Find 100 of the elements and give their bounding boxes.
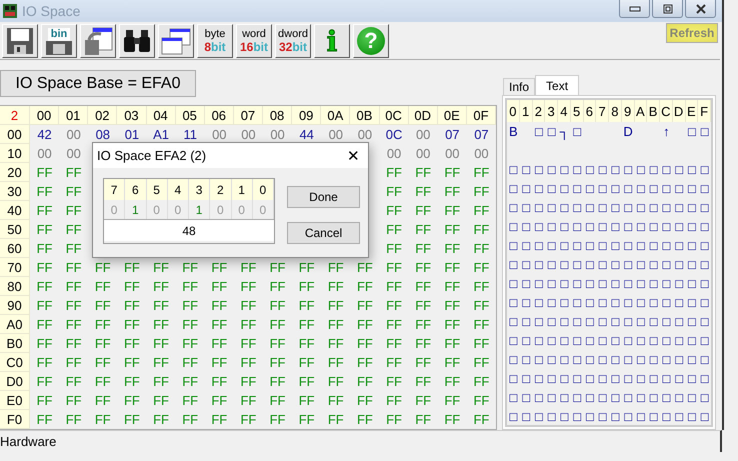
table-cell[interactable]: FF xyxy=(438,277,467,296)
table-cell[interactable]: FF xyxy=(408,182,438,201)
table-cell[interactable]: FF xyxy=(59,353,88,372)
table-cell[interactable]: FF xyxy=(234,258,263,277)
table-cell[interactable]: FF xyxy=(263,334,292,353)
table-cell[interactable]: FF xyxy=(234,334,263,353)
table-cell[interactable]: 11 xyxy=(176,125,205,144)
table-cell[interactable]: FF xyxy=(466,334,496,353)
table-cell[interactable]: FF xyxy=(408,239,438,258)
table-cell[interactable]: FF xyxy=(59,391,88,410)
table-cell[interactable]: FF xyxy=(204,372,234,391)
close-button[interactable]: ✕ xyxy=(339,146,368,164)
table-cell[interactable]: FF xyxy=(176,296,205,315)
table-cell[interactable]: FF xyxy=(234,353,263,372)
table-cell[interactable]: FF xyxy=(146,353,176,372)
table-cell[interactable]: FF xyxy=(176,391,205,410)
table-cell[interactable]: FF xyxy=(234,410,263,429)
close-button[interactable] xyxy=(685,0,716,18)
table-cell[interactable]: FF xyxy=(30,315,60,334)
table-cell[interactable]: FF xyxy=(321,410,350,429)
table-cell[interactable]: FF xyxy=(234,391,263,410)
table-cell[interactable]: FF xyxy=(321,296,350,315)
table-cell[interactable]: FF xyxy=(466,372,496,391)
data-size-button[interactable]: dword 32bit xyxy=(275,24,311,58)
table-cell[interactable]: FF xyxy=(408,391,438,410)
table-cell[interactable]: FF xyxy=(88,410,118,429)
table-cell[interactable]: FF xyxy=(176,277,205,296)
tab[interactable]: Text xyxy=(535,75,580,95)
table-cell[interactable]: FF xyxy=(117,410,146,429)
table-cell[interactable]: FF xyxy=(438,391,467,410)
table-cell[interactable]: FF xyxy=(88,258,118,277)
table-cell[interactable]: FF xyxy=(117,353,146,372)
table-cell[interactable]: FF xyxy=(30,239,60,258)
table-cell[interactable]: 00 xyxy=(350,125,380,144)
table-cell[interactable]: FF xyxy=(380,163,409,182)
data-size-button[interactable]: byte 8bit xyxy=(197,24,233,58)
table-cell[interactable]: FF xyxy=(408,258,438,277)
table-cell[interactable]: FF xyxy=(30,372,60,391)
table-cell[interactable]: FF xyxy=(204,391,234,410)
table-cell[interactable]: FF xyxy=(438,258,467,277)
table-cell[interactable]: FF xyxy=(30,353,60,372)
table-cell[interactable]: FF xyxy=(380,239,409,258)
table-cell[interactable]: 00 xyxy=(234,125,263,144)
table-cell[interactable]: FF xyxy=(292,277,322,296)
table-cell[interactable]: 00 xyxy=(408,125,438,144)
table-cell[interactable]: FF xyxy=(88,277,118,296)
table-cell[interactable]: FF xyxy=(292,296,322,315)
table-cell[interactable]: FF xyxy=(438,410,467,429)
table-cell[interactable]: FF xyxy=(59,315,88,334)
table-cell[interactable]: FF xyxy=(88,372,118,391)
table-cell[interactable]: FF xyxy=(292,410,322,429)
table-cell[interactable]: FF xyxy=(204,296,234,315)
table-cell[interactable]: FF xyxy=(117,315,146,334)
table-cell[interactable]: FF xyxy=(466,258,496,277)
table-cell[interactable]: FF xyxy=(350,410,380,429)
table-cell[interactable]: FF xyxy=(466,163,496,182)
table-cell[interactable]: FF xyxy=(263,410,292,429)
value-field[interactable]: 48 xyxy=(104,219,274,241)
table-cell[interactable]: FF xyxy=(146,334,176,353)
table-cell[interactable]: FF xyxy=(117,372,146,391)
refresh-button[interactable]: Refresh xyxy=(666,23,718,43)
table-cell[interactable]: FF xyxy=(466,315,496,334)
save-binary-button[interactable]: bin xyxy=(41,24,77,58)
table-cell[interactable]: 00 xyxy=(59,144,88,163)
table-cell[interactable]: FF xyxy=(292,372,322,391)
table-cell[interactable]: FF xyxy=(204,277,234,296)
table-cell[interactable]: FF xyxy=(59,334,88,353)
table-cell[interactable]: FF xyxy=(466,220,496,239)
table-cell[interactable]: FF xyxy=(117,391,146,410)
table-cell[interactable]: 07 xyxy=(466,125,496,144)
table-cell[interactable]: FF xyxy=(321,277,350,296)
table-cell[interactable]: FF xyxy=(380,410,409,429)
table-cell[interactable]: FF xyxy=(146,258,176,277)
table-cell[interactable]: FF xyxy=(380,353,409,372)
table-cell[interactable]: FF xyxy=(408,296,438,315)
table-cell[interactable]: FF xyxy=(263,296,292,315)
table-cell[interactable]: FF xyxy=(30,201,60,220)
table-cell[interactable]: FF xyxy=(408,315,438,334)
table-cell[interactable]: FF xyxy=(380,296,409,315)
table-cell[interactable]: FF xyxy=(146,372,176,391)
table-cell[interactable]: FF xyxy=(88,334,118,353)
table-cell[interactable]: FF xyxy=(234,372,263,391)
windows-button[interactable] xyxy=(158,24,194,58)
table-cell[interactable]: FF xyxy=(380,372,409,391)
table-cell[interactable]: FF xyxy=(350,353,380,372)
table-cell[interactable]: FF xyxy=(380,315,409,334)
table-cell[interactable]: FF xyxy=(466,410,496,429)
table-cell[interactable]: FF xyxy=(117,334,146,353)
data-size-button[interactable]: word 16bit xyxy=(236,24,272,58)
table-cell[interactable]: FF xyxy=(30,410,60,429)
table-cell[interactable]: FF xyxy=(146,277,176,296)
table-cell[interactable]: FF xyxy=(30,258,60,277)
table-cell[interactable]: FF xyxy=(350,277,380,296)
table-cell[interactable]: FF xyxy=(146,391,176,410)
table-cell[interactable]: FF xyxy=(176,258,205,277)
table-cell[interactable]: FF xyxy=(438,201,467,220)
table-cell[interactable]: FF xyxy=(146,296,176,315)
dialog-button[interactable]: Done xyxy=(287,186,360,208)
table-cell[interactable]: FF xyxy=(408,220,438,239)
table-cell[interactable]: FF xyxy=(350,258,380,277)
